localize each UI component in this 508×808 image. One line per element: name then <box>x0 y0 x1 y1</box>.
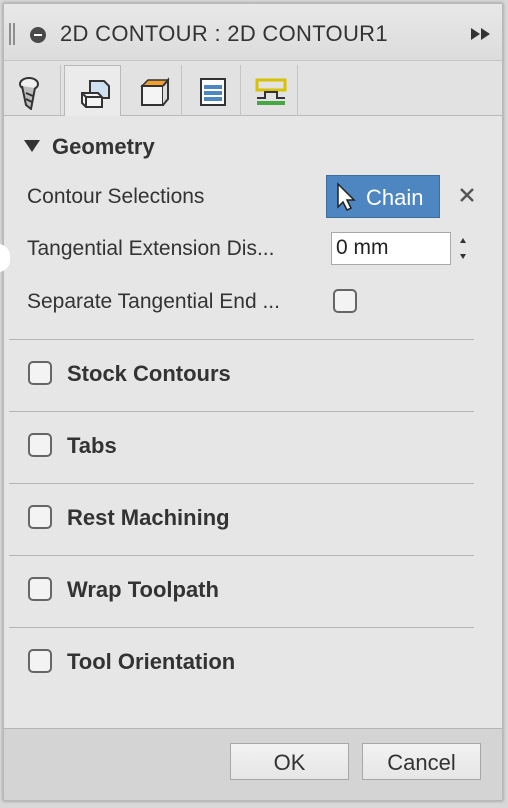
panel-edge-handle <box>0 244 10 272</box>
tangential-extension-label: Tangential Extension Dis... <box>27 237 275 260</box>
tab-heights[interactable] <box>125 65 182 116</box>
dialog-title: 2D CONTOUR : 2D CONTOUR1 <box>60 21 388 46</box>
title-bar[interactable]: 2D CONTOUR : 2D CONTOUR1 <box>4 4 502 61</box>
rest-machining-label: Rest Machining <box>67 505 230 530</box>
ok-button[interactable]: OK <box>230 743 349 780</box>
tab-tool[interactable] <box>4 65 61 116</box>
geometry-section-header[interactable]: Geometry <box>24 134 155 160</box>
tabs-label: Tabs <box>67 433 117 458</box>
tangential-extension-input[interactable]: 0 mm <box>331 232 451 265</box>
stock-contours-checkbox[interactable] <box>28 361 52 385</box>
separate-tangential-label: Separate Tangential End ... <box>27 290 280 313</box>
divider <box>9 555 474 556</box>
tool-icon <box>19 77 39 110</box>
tab-linking[interactable] <box>241 65 298 116</box>
stock-contours-label: Stock Contours <box>67 361 231 386</box>
tab-geometry[interactable] <box>64 65 121 117</box>
linking-icon <box>255 78 287 105</box>
stepper-up-icon[interactable] <box>460 238 466 243</box>
contour-selections-label: Contour Selections <box>27 185 205 208</box>
geometry-header-label: Geometry <box>52 134 155 159</box>
tool-orientation-checkbox[interactable] <box>28 649 52 673</box>
settings-panel: Geometry Contour Selections Chain Tangen… <box>0 116 502 728</box>
tab-strip <box>4 61 502 117</box>
divider <box>9 627 474 628</box>
wrap-toolpath-label: Wrap Toolpath <box>67 577 219 602</box>
contour-dialog: 2D CONTOUR : 2D CONTOUR1 Geometry Contou… <box>0 3 503 801</box>
cursor-arrow-icon <box>337 182 356 212</box>
passes-icon <box>200 78 226 106</box>
chain-button-label: Chain <box>366 185 424 210</box>
chain-button[interactable]: Chain <box>326 175 440 218</box>
tangential-extension-stepper[interactable] <box>453 232 475 266</box>
cancel-button[interactable]: Cancel <box>362 743 481 780</box>
geometry-icon <box>81 80 110 108</box>
divider <box>9 411 474 412</box>
tab-passes[interactable] <box>184 65 241 116</box>
separate-tangential-checkbox[interactable] <box>333 289 357 313</box>
collapse-panel-icon[interactable] <box>470 27 492 41</box>
clear-selection-icon[interactable] <box>458 186 476 204</box>
heights-icon <box>140 77 170 106</box>
stepper-down-icon[interactable] <box>460 254 466 259</box>
minimize-icon[interactable] <box>30 27 46 43</box>
dialog-footer: OK Cancel <box>4 728 502 800</box>
wrap-toolpath-checkbox[interactable] <box>28 577 52 601</box>
tool-orientation-label: Tool Orientation <box>67 649 236 674</box>
drag-grip-icon[interactable] <box>9 23 15 45</box>
tabs-checkbox[interactable] <box>28 433 52 457</box>
divider <box>9 339 474 340</box>
rest-machining-checkbox[interactable] <box>28 505 52 529</box>
expand-triangle-icon[interactable] <box>24 140 40 152</box>
divider <box>9 483 474 484</box>
